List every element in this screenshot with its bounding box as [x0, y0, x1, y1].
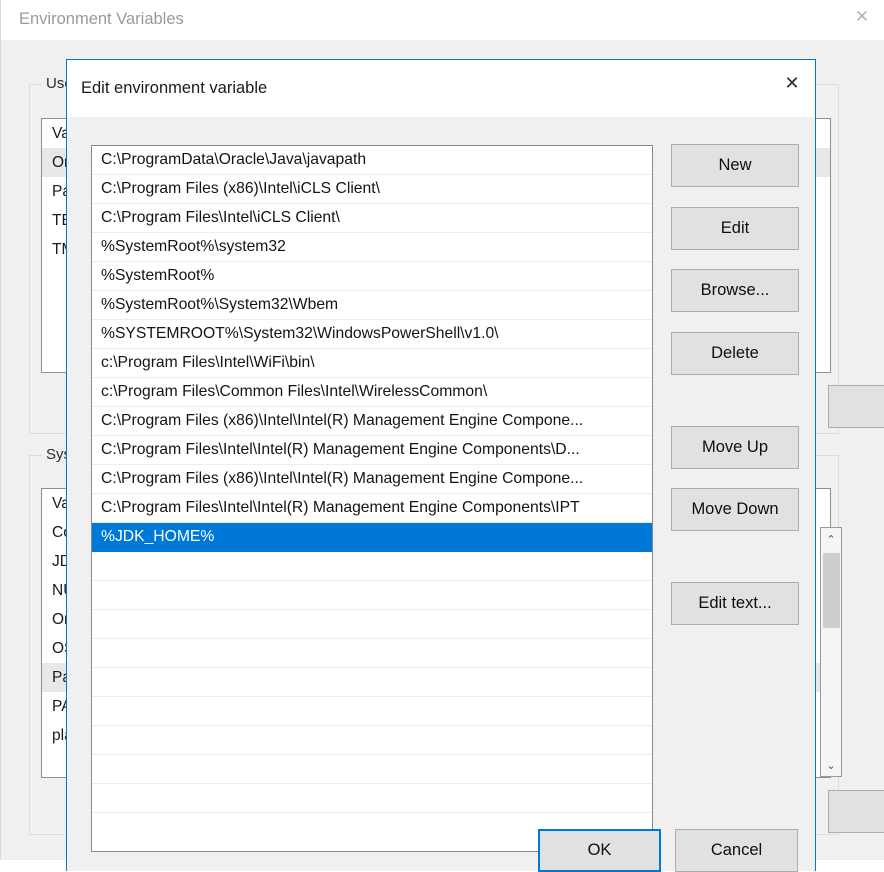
- list-item[interactable]: c:\Program Files\Common Files\Intel\Wire…: [92, 378, 652, 407]
- list-item[interactable]: %SystemRoot%\System32\Wbem: [92, 291, 652, 320]
- close-icon[interactable]: ✕: [839, 0, 884, 34]
- list-item-empty[interactable]: [92, 552, 652, 581]
- list-item-empty[interactable]: [92, 726, 652, 755]
- edit-button[interactable]: Edit: [671, 207, 799, 250]
- list-item-empty[interactable]: [92, 697, 652, 726]
- cancel-button[interactable]: Cancel: [675, 829, 798, 872]
- list-item-empty[interactable]: [92, 639, 652, 668]
- list-item-empty[interactable]: [92, 581, 652, 610]
- parent-window-title: Environment Variables: [19, 10, 184, 28]
- list-item[interactable]: C:\Program Files (x86)\Intel\iCLS Client…: [92, 175, 652, 204]
- list-item-empty[interactable]: [92, 755, 652, 784]
- close-icon[interactable]: ✕: [769, 60, 815, 106]
- parent-title-bar: Environment Variables ✕: [1, 0, 884, 40]
- path-entries-list[interactable]: C:\ProgramData\Oracle\Java\javapath C:\P…: [91, 145, 653, 852]
- system-variables-action-button[interactable]: [828, 790, 884, 833]
- list-item[interactable]: C:\Program Files\Intel\Intel(R) Manageme…: [92, 436, 652, 465]
- browse-button[interactable]: Browse...: [671, 269, 799, 312]
- list-item[interactable]: C:\Program Files\Intel\Intel(R) Manageme…: [92, 494, 652, 523]
- scroll-up-icon[interactable]: ⌃: [821, 528, 841, 550]
- list-item-selected[interactable]: %JDK_HOME%: [92, 523, 652, 552]
- list-item[interactable]: C:\Program Files (x86)\Intel\Intel(R) Ma…: [92, 465, 652, 494]
- scrollbar-thumb[interactable]: [823, 553, 840, 628]
- list-item[interactable]: C:\Program Files (x86)\Intel\Intel(R) Ma…: [92, 407, 652, 436]
- list-item[interactable]: %SystemRoot%: [92, 262, 652, 291]
- new-button[interactable]: New: [671, 144, 799, 187]
- list-item[interactable]: %SYSTEMROOT%\System32\WindowsPowerShell\…: [92, 320, 652, 349]
- dialog-title: Edit environment variable: [81, 79, 268, 97]
- ok-button[interactable]: OK: [538, 829, 661, 872]
- delete-button[interactable]: Delete: [671, 332, 799, 375]
- edit-text-button[interactable]: Edit text...: [671, 582, 799, 625]
- dialog-title-bar: Edit environment variable ✕: [67, 60, 815, 117]
- move-down-button[interactable]: Move Down: [671, 488, 799, 531]
- user-variables-action-button[interactable]: [828, 385, 884, 428]
- list-item[interactable]: C:\ProgramData\Oracle\Java\javapath: [92, 146, 652, 175]
- scroll-down-icon[interactable]: ⌄: [821, 754, 841, 776]
- list-item[interactable]: c:\Program Files\Intel\WiFi\bin\: [92, 349, 652, 378]
- list-item[interactable]: C:\Program Files\Intel\iCLS Client\: [92, 204, 652, 233]
- list-item[interactable]: %SystemRoot%\system32: [92, 233, 652, 262]
- list-item-empty[interactable]: [92, 784, 652, 813]
- move-up-button[interactable]: Move Up: [671, 426, 799, 469]
- list-item-empty[interactable]: [92, 668, 652, 697]
- edit-environment-variable-dialog: Edit environment variable ✕ C:\ProgramDa…: [66, 59, 816, 872]
- system-list-scrollbar[interactable]: ⌃ ⌄: [820, 527, 842, 777]
- list-item-empty[interactable]: [92, 610, 652, 639]
